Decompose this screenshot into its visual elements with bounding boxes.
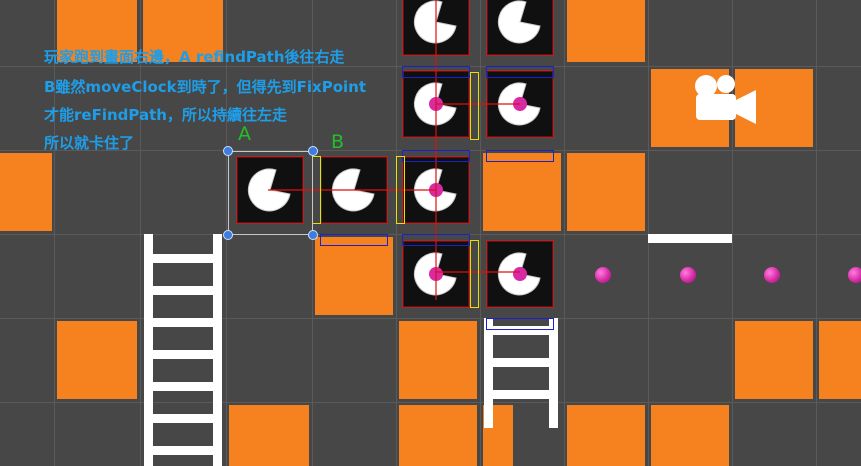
wall-tile — [57, 321, 137, 399]
resize-handle[interactable] — [308, 146, 318, 156]
annotation-note-3: 才能reFindPath，所以持續往左走 — [44, 106, 287, 124]
pellet — [848, 267, 861, 283]
pacman-sprite[interactable] — [402, 156, 470, 224]
collider-box — [312, 156, 321, 224]
wall-tile — [567, 0, 645, 62]
pacman-sprite[interactable] — [402, 0, 470, 56]
ladder — [144, 234, 222, 466]
wall-tile — [399, 405, 477, 466]
wall-tile — [315, 237, 393, 315]
label-b: B — [331, 131, 345, 153]
wall-tile — [0, 153, 52, 231]
collider-box — [402, 66, 470, 78]
collider-box — [402, 150, 470, 162]
bounding-box — [402, 0, 470, 56]
grid-line — [140, 0, 141, 466]
annotation-note-4: 所以就卡住了 — [44, 134, 135, 152]
grid-line — [480, 0, 481, 466]
resize-handle[interactable] — [223, 146, 233, 156]
annotation-note-2: B雖然moveClock到時了，但得先到FixPoint — [44, 78, 366, 96]
bounding-box — [486, 240, 554, 308]
bounding-box — [486, 0, 554, 56]
pacman-sprite[interactable] — [402, 240, 470, 308]
grid-line — [564, 0, 565, 466]
grid-line — [816, 0, 817, 466]
wall-tile — [483, 153, 561, 231]
annotation-note-1: 玩家跑到畫面右邊，A refindPath後往右走 — [44, 48, 345, 66]
collider-box — [486, 66, 554, 78]
selection-outline[interactable] — [228, 151, 313, 235]
ladder — [484, 318, 558, 428]
bounding-box — [320, 156, 388, 224]
pellet — [680, 267, 696, 283]
grid-line — [648, 0, 649, 466]
bounding-box — [402, 156, 470, 224]
pacman-sprite[interactable] — [402, 70, 470, 138]
pacman-sprite[interactable] — [320, 156, 388, 224]
grid-line — [396, 0, 397, 466]
collider-box — [470, 240, 479, 308]
grid-line — [0, 318, 861, 319]
collider-box — [486, 318, 554, 330]
bounding-box — [402, 240, 470, 308]
pacman-sprite[interactable] — [486, 240, 554, 308]
wall-tile — [567, 405, 645, 466]
pacman-sprite[interactable] — [486, 0, 554, 56]
bounding-box — [402, 70, 470, 138]
grid-line — [54, 0, 55, 466]
pacman-sprite[interactable] — [486, 70, 554, 138]
wall-tile — [735, 321, 813, 399]
grid-line — [0, 402, 861, 403]
game-scene-view[interactable]: A B 玩家跑到畫面右邊，A refindPath後往右走 B雖然moveClo… — [0, 0, 861, 466]
wall-tile — [567, 153, 645, 231]
label-a: A — [238, 123, 251, 145]
wall-tile — [399, 321, 477, 399]
collider-box — [396, 156, 405, 224]
collider-box — [320, 234, 388, 246]
platform-bar — [648, 234, 732, 243]
resize-handle[interactable] — [223, 230, 233, 240]
pellet — [764, 267, 780, 283]
bounding-box — [486, 70, 554, 138]
collider-box — [486, 150, 554, 162]
camera-icon[interactable] — [686, 70, 760, 126]
pellet — [595, 267, 611, 283]
wall-tile — [651, 405, 729, 466]
wall-tile — [229, 405, 309, 466]
collider-box — [402, 234, 470, 246]
resize-handle[interactable] — [308, 230, 318, 240]
collider-box — [470, 72, 479, 140]
wall-tile — [819, 321, 861, 399]
